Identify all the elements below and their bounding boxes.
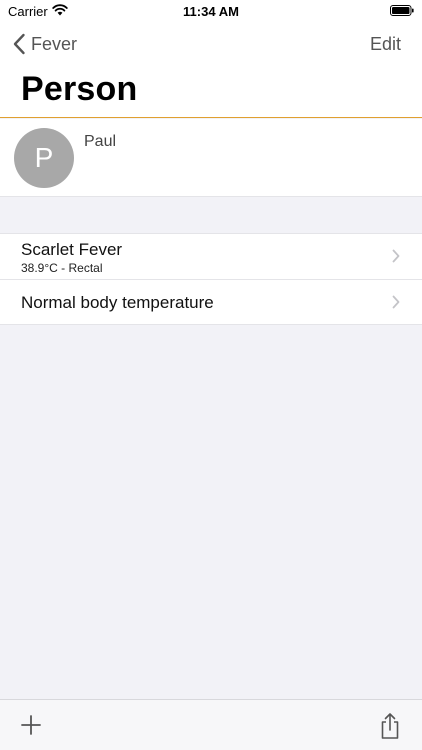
- chevron-right-icon: [392, 249, 400, 263]
- person-name: Paul: [84, 133, 117, 150]
- list-item-title: Normal body temperature: [21, 293, 214, 312]
- screen: Carrier 11:34 AM Fever Edit Person P Pau…: [0, 0, 422, 750]
- bottom-toolbar: [0, 699, 422, 750]
- battery-icon: [390, 5, 414, 16]
- reading-list: Scarlet Fever 38.9°C - Rectal Normal bod…: [0, 233, 422, 325]
- chevron-right-icon: [392, 295, 400, 309]
- edit-button[interactable]: Edit: [370, 34, 401, 55]
- status-time: 11:34 AM: [183, 4, 239, 19]
- list-item-title: Scarlet Fever: [21, 240, 123, 259]
- list-item-subtitle: 38.9°C - Rectal: [21, 261, 103, 275]
- navigation-bar: Fever Edit Person: [0, 24, 422, 118]
- list-item[interactable]: Normal body temperature: [0, 279, 422, 324]
- back-button[interactable]: Fever: [12, 32, 77, 56]
- share-icon[interactable]: [378, 712, 402, 740]
- status-bar: Carrier 11:34 AM: [0, 0, 422, 24]
- chevron-left-icon: [13, 33, 25, 55]
- back-label: Fever: [31, 33, 78, 54]
- avatar: P: [14, 128, 74, 188]
- plus-icon[interactable]: [20, 714, 42, 736]
- page-title: Person: [21, 70, 138, 108]
- list-item[interactable]: Scarlet Fever 38.9°C - Rectal: [0, 234, 422, 279]
- person-card[interactable]: P Paul: [0, 119, 422, 197]
